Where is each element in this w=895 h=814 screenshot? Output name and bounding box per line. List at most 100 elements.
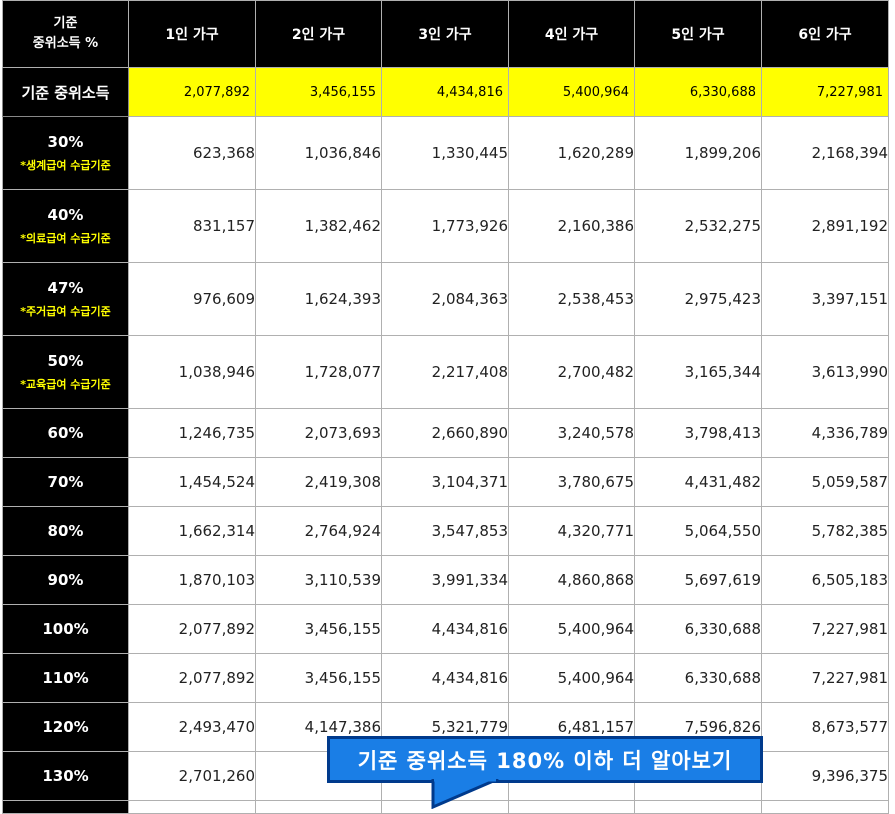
income-cell: 2,217,408 bbox=[381, 335, 509, 409]
base-median-value: 2,077,892 bbox=[128, 67, 256, 117]
income-cell: 1,454,524 bbox=[128, 457, 256, 507]
base-median-value: 4,434,816 bbox=[381, 67, 509, 117]
income-cell: 8,673,577 bbox=[761, 702, 889, 752]
income-cell: 1,870,103 bbox=[128, 555, 256, 605]
income-cell: 5,697,619 bbox=[634, 555, 762, 605]
table-row: 40% *의료급여 수급기준 831,157 1,382,462 1,773,926 2,… bbox=[2, 189, 889, 263]
income-cell: 6,505,183 bbox=[761, 555, 889, 605]
corner-header: 기준 중위소득 % bbox=[2, 0, 129, 68]
income-cell: 1,038,946 bbox=[128, 335, 256, 409]
income-cell: 623,368 bbox=[128, 116, 256, 190]
percentage-value: 30% bbox=[47, 133, 84, 151]
income-cell: 3,240,578 bbox=[508, 408, 635, 458]
speech-bubble-tail bbox=[431, 779, 499, 809]
percentage-label: 110% bbox=[2, 653, 129, 703]
percentage-label: 50% *교육급여 수급기준 bbox=[2, 335, 129, 409]
column-header-5: 5인 가구 bbox=[634, 0, 762, 68]
income-cell: 3,456,155 bbox=[255, 604, 382, 654]
benefit-criteria-note: *주거급여 수급기준 bbox=[20, 305, 111, 318]
income-cell: 3,991,334 bbox=[381, 555, 509, 605]
income-cell: 3,547,853 bbox=[381, 506, 509, 556]
base-median-value: 7,227,981 bbox=[761, 67, 889, 117]
benefit-criteria-note: *교육급여 수급기준 bbox=[20, 378, 111, 391]
income-cell: 3,110,539 bbox=[255, 555, 382, 605]
income-cell: 2,532,275 bbox=[634, 189, 762, 263]
percentage-label: 90% bbox=[2, 555, 129, 605]
income-cell: 831,157 bbox=[128, 189, 256, 263]
income-cell: 2,701,260 bbox=[128, 751, 256, 801]
income-cell: 4,336,789 bbox=[761, 408, 889, 458]
income-cell: 4,320,771 bbox=[508, 506, 635, 556]
income-cell: 6,330,688 bbox=[634, 604, 762, 654]
percentage-value: 110% bbox=[42, 669, 89, 687]
percentage-label: 120% bbox=[2, 702, 129, 752]
income-cell: 2,073,693 bbox=[255, 408, 382, 458]
income-cell: 5,400,964 bbox=[508, 653, 635, 703]
percentage-label: 47% *주거급여 수급기준 bbox=[2, 262, 129, 336]
learn-more-180-button[interactable]: 기준 중위소득 180% 이하 더 알아보기 bbox=[327, 736, 763, 783]
income-cell: 2,160,386 bbox=[508, 189, 635, 263]
income-cell: 3,613,990 bbox=[761, 335, 889, 409]
income-cell: 4,434,816 bbox=[381, 653, 509, 703]
base-median-value: 5,400,964 bbox=[508, 67, 635, 117]
income-cell: 1,036,846 bbox=[255, 116, 382, 190]
percentage-value: 120% bbox=[42, 718, 89, 736]
income-cell: 2,660,890 bbox=[381, 408, 509, 458]
income-cell: 1,728,077 bbox=[255, 335, 382, 409]
percentage-value: 80% bbox=[47, 522, 84, 540]
percentage-label: 30% *생계급여 수급기준 bbox=[2, 116, 129, 190]
income-cell: 5,782,385 bbox=[761, 506, 889, 556]
income-cell: 2,077,892 bbox=[128, 653, 256, 703]
income-cell: 4,434,816 bbox=[381, 604, 509, 654]
income-cell: 2,538,453 bbox=[508, 262, 635, 336]
table-row: 47% *주거급여 수급기준 976,609 1,624,393 2,084,363 2,… bbox=[2, 262, 889, 336]
table-row: 110% 2,077,892 3,456,155 4,434,816 5,400,964… bbox=[2, 653, 889, 703]
income-cell: 2,077,892 bbox=[128, 604, 256, 654]
income-cell: 1,773,926 bbox=[381, 189, 509, 263]
income-cell: 3,165,344 bbox=[634, 335, 762, 409]
percentage-label: 60% bbox=[2, 408, 129, 458]
income-cell: 3,104,371 bbox=[381, 457, 509, 507]
table-row: 70% 1,454,524 2,419,308 3,104,371 3,780,675 4… bbox=[2, 457, 889, 507]
income-cell: 7,227,981 bbox=[761, 604, 889, 654]
percentage-label: 80% bbox=[2, 506, 129, 556]
income-cell: 4,431,482 bbox=[634, 457, 762, 507]
learn-more-label: 기준 중위소득 180% 이하 더 알아보기 bbox=[357, 748, 733, 773]
percentage-value: 40% bbox=[47, 206, 84, 224]
income-cell: 6,330,688 bbox=[634, 653, 762, 703]
percentage-value: 47% bbox=[47, 279, 84, 297]
income-cell: 1,624,393 bbox=[255, 262, 382, 336]
income-cell: 2,975,423 bbox=[634, 262, 762, 336]
income-cell: 2,891,192 bbox=[761, 189, 889, 263]
income-cell: 4,860,868 bbox=[508, 555, 635, 605]
income-cell: 1,899,206 bbox=[634, 116, 762, 190]
corner-header-line2: 중위소득 % bbox=[32, 36, 99, 51]
percentage-value: 90% bbox=[47, 571, 84, 589]
income-cell: 7,227,981 bbox=[761, 653, 889, 703]
table-row: 80% 1,662,314 2,764,924 3,547,853 4,320,771 5… bbox=[2, 506, 889, 556]
income-cell: 3,397,151 bbox=[761, 262, 889, 336]
percentage-value: 60% bbox=[47, 424, 84, 442]
income-cell: 2,764,924 bbox=[255, 506, 382, 556]
percentage-value: 50% bbox=[47, 352, 84, 370]
table-header-row: 기준 중위소득 % 1인 가구 2인 가구 3인 가구 4인 가구 5인 가구 … bbox=[2, 0, 889, 68]
table-row: 50% *교육급여 수급기준 1,038,946 1,728,077 2,217,408… bbox=[2, 335, 889, 409]
income-cell: 3,798,413 bbox=[634, 408, 762, 458]
corner-header-line1: 기준 bbox=[53, 16, 78, 31]
percentage-label: 100% bbox=[2, 604, 129, 654]
percentage-value: 70% bbox=[47, 473, 84, 491]
column-header-1: 1인 가구 bbox=[128, 0, 256, 68]
percentage-label: 70% bbox=[2, 457, 129, 507]
table-row: 60% 1,246,735 2,073,693 2,660,890 3,240,578 3… bbox=[2, 408, 889, 458]
income-cell: 3,456,155 bbox=[255, 653, 382, 703]
income-cell: 2,493,470 bbox=[128, 702, 256, 752]
percentage-label: 130% bbox=[2, 751, 129, 801]
benefit-criteria-note: *의료급여 수급기준 bbox=[20, 232, 111, 245]
table-row: 100% 2,077,892 3,456,155 4,434,816 5,400,964… bbox=[2, 604, 889, 654]
base-median-value: 3,456,155 bbox=[255, 67, 382, 117]
income-cell: 5,059,587 bbox=[761, 457, 889, 507]
base-median-label: 기준 중위소득 bbox=[2, 67, 129, 117]
percentage-value: 130% bbox=[42, 767, 89, 785]
median-income-table: 기준 중위소득 % 1인 가구 2인 가구 3인 가구 4인 가구 5인 가구 … bbox=[2, 0, 889, 814]
benefit-criteria-note: *생계급여 수급기준 bbox=[20, 159, 111, 172]
